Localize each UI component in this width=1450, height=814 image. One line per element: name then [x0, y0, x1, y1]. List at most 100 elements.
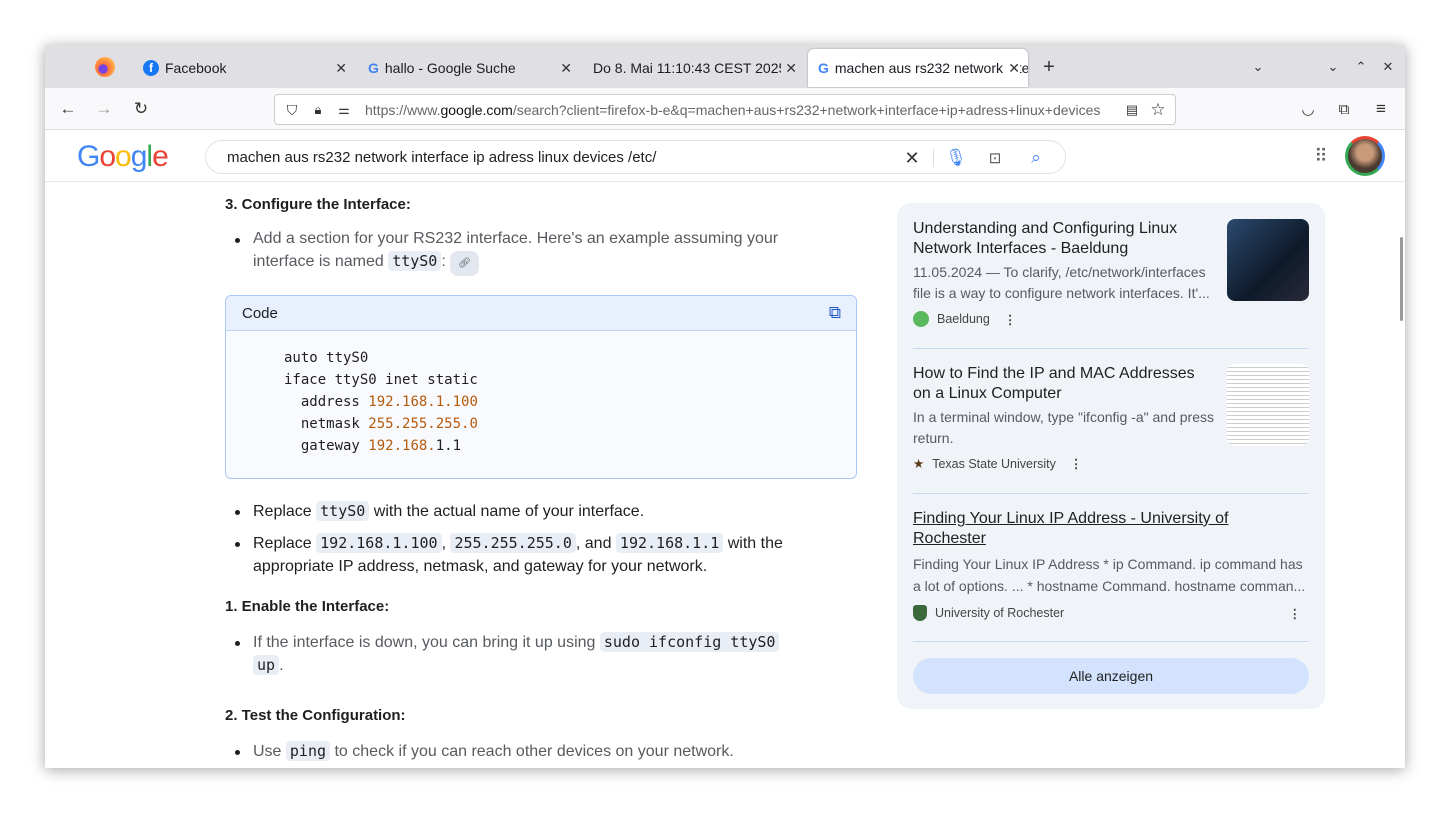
- permissions-icon[interactable]: ⚌: [335, 101, 353, 119]
- text: If the interface is down, you can bring …: [253, 634, 595, 651]
- divider: [933, 149, 934, 167]
- search-query: machen aus rs232 network interface ip ad…: [227, 149, 656, 166]
- google-logo[interactable]: Google: [77, 140, 168, 174]
- scrollbar[interactable]: [1400, 237, 1403, 321]
- inline-code: ping: [286, 741, 330, 761]
- list-item: If the interface is down, you can bring …: [253, 631, 779, 677]
- tab-active-search[interactable]: Gmachen aus rs232 network interface ip a…: [808, 49, 1028, 87]
- section-heading: 3. Configure the Interface:: [225, 196, 411, 213]
- tab-facebook[interactable]: fFacebook✕: [133, 49, 355, 87]
- code-content: auto ttyS0 iface ttyS0 inet static addre…: [226, 331, 856, 457]
- more-options-icon[interactable]: ⋮: [1070, 456, 1083, 471]
- tab-label: machen aus rs232 network interface ip ad…: [835, 60, 1028, 76]
- inline-code: ttyS0: [388, 251, 441, 271]
- tab-label: Do 8. Mai 11:10:43 CEST 2025: [593, 60, 786, 76]
- close-tab-icon[interactable]: ✕: [1004, 60, 1020, 77]
- source-thumbnail: [1227, 364, 1309, 446]
- tab-date[interactable]: Do 8. Mai 11:10:43 CEST 2025✕: [583, 49, 805, 87]
- source-thumbnail: [1227, 219, 1309, 301]
- source-site[interactable]: University of Rochester⋮: [913, 605, 1309, 621]
- clear-icon[interactable]: ✕: [902, 148, 922, 168]
- url-prefix: https://www.: [365, 102, 440, 118]
- new-tab-icon[interactable]: +: [1039, 57, 1059, 77]
- inline-code: 192.168.1.100: [316, 533, 441, 553]
- text: appropriate IP address, netmask, and gat…: [253, 558, 707, 575]
- text: with the: [728, 535, 783, 552]
- inline-code: ttyS0: [316, 501, 369, 521]
- bullet: [235, 542, 240, 547]
- sources-panel: Understanding and Configuring Linux Netw…: [897, 203, 1325, 709]
- copy-icon[interactable]: ⧉: [826, 304, 844, 322]
- microphone-icon[interactable]: 🎙︎: [946, 148, 966, 168]
- baeldung-icon: [913, 311, 929, 327]
- divider: [913, 641, 1309, 642]
- reader-view-icon[interactable]: ▤: [1123, 101, 1141, 119]
- pocket-icon[interactable]: ◡: [1298, 99, 1318, 119]
- close-window-icon[interactable]: ✕: [1378, 57, 1398, 77]
- inline-code: up: [253, 655, 279, 675]
- code-line: auto ttyS0: [284, 350, 368, 366]
- apps-grid-icon[interactable]: ⠿: [1310, 145, 1332, 167]
- search-icon[interactable]: ⌕: [1026, 148, 1046, 168]
- text: Use: [253, 743, 281, 760]
- section-heading: 2. Test the Configuration:: [225, 707, 406, 724]
- inline-code: sudo ifconfig ttyS0: [600, 632, 780, 652]
- url-bar[interactable]: ⛉ 🔒︎ ⚌ https://www.google.com/search?cli…: [274, 94, 1176, 125]
- source-title[interactable]: Understanding and Configuring Linux Netw…: [913, 219, 1213, 259]
- close-tab-icon[interactable]: ✕: [560, 60, 572, 77]
- divider: [913, 348, 1309, 349]
- code-header: Code⧉: [226, 296, 856, 331]
- site-name: Baeldung: [937, 312, 990, 326]
- inline-code: 255.255.255.0: [450, 533, 575, 553]
- bullet: [235, 238, 240, 243]
- search-input[interactable]: machen aus rs232 network interface ip ad…: [205, 140, 1066, 174]
- reload-icon[interactable]: ↻: [131, 99, 151, 119]
- minimize-icon[interactable]: ⌄: [1323, 57, 1343, 77]
- maximize-icon[interactable]: ⌃: [1351, 57, 1371, 77]
- firefox-icon[interactable]: [95, 57, 115, 77]
- code-key: netmask: [284, 416, 368, 432]
- source-site[interactable]: ★Texas State University⋮: [913, 456, 1082, 471]
- inline-code: 192.168.1.1: [616, 533, 723, 553]
- shield-icon[interactable]: ⛉: [283, 101, 301, 119]
- tab-google-hallo[interactable]: Ghallo - Google Suche ✕: [358, 49, 580, 87]
- link-icon[interactable]: 🔗︎: [450, 251, 479, 276]
- google-icon: G: [368, 60, 379, 76]
- section-heading: 1. Enable the Interface:: [225, 598, 389, 615]
- tab-bar: fFacebook✕ Ghallo - Google Suche✕ Do 8. …: [45, 45, 1405, 88]
- text: Replace: [253, 535, 312, 552]
- code-value: 192.168.: [368, 438, 435, 454]
- rochester-icon: [913, 605, 927, 621]
- extensions-icon[interactable]: ⧉: [1334, 99, 1354, 119]
- bookmark-star-icon[interactable]: ☆: [1149, 101, 1167, 119]
- source-snippet: 11.05.2024 — To clarify, /etc/network/in…: [913, 262, 1218, 304]
- source-title[interactable]: How to Find the IP and MAC Addresses on …: [913, 364, 1213, 404]
- text: with the actual name of your interface.: [374, 503, 644, 520]
- lens-icon[interactable]: ⊡: [985, 148, 1005, 168]
- lock-icon[interactable]: 🔒︎: [309, 101, 327, 119]
- close-tab-icon[interactable]: ✕: [781, 60, 797, 77]
- more-options-icon[interactable]: ⋮: [1289, 606, 1302, 621]
- code-line: iface ttyS0 inet static: [284, 372, 478, 388]
- source-title[interactable]: Finding Your Linux IP Address - Universi…: [913, 509, 1293, 549]
- code-block: Code⧉ auto ttyS0 iface ttyS0 inet static…: [225, 295, 857, 479]
- bullet: [235, 750, 240, 755]
- text: ,: [442, 535, 446, 552]
- avatar[interactable]: [1345, 136, 1385, 176]
- back-icon[interactable]: ←: [58, 99, 78, 119]
- tab-label: Facebook: [165, 60, 226, 76]
- close-tab-icon[interactable]: ✕: [335, 60, 347, 77]
- ai-overview-content: 3. Configure the Interface: Add a sectio…: [45, 182, 1405, 768]
- nav-bar: ← → ↻ ⛉ 🔒︎ ⚌ https://www.google.com/sear…: [45, 88, 1405, 130]
- list-item: Use ping to check if you can reach other…: [253, 740, 734, 763]
- forward-icon[interactable]: →: [94, 99, 114, 119]
- code-value: 192.168.1.100: [368, 394, 478, 410]
- more-options-icon[interactable]: ⋮: [1004, 312, 1017, 327]
- source-site[interactable]: Baeldung ⋮: [913, 311, 1016, 327]
- tab-list-icon[interactable]: ⌄: [1248, 57, 1268, 77]
- google-icon: G: [818, 60, 829, 76]
- url-path: /search?client=firefox-b-e&q=machen+aus+…: [513, 102, 1101, 118]
- show-all-button[interactable]: Alle anzeigen: [913, 658, 1309, 694]
- tab-label: hallo - Google Suche: [385, 60, 516, 76]
- menu-icon[interactable]: ≡: [1371, 99, 1391, 119]
